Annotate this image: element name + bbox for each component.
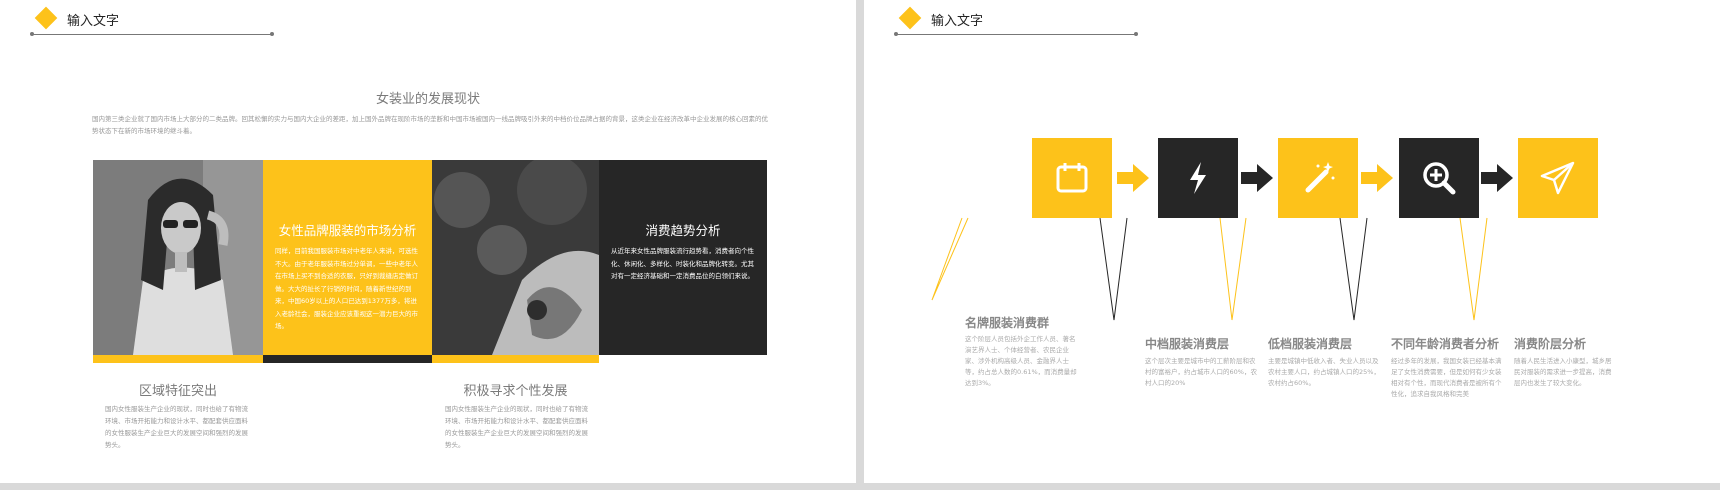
- region-feature-body: 国内女性服装生产企业的现状，同时也给了有物流环境、市场开拓能力和设计水平、都配套…: [105, 405, 248, 449]
- card-body: 从近年来女性品牌服装流行趋势看，消费者向个性化、休闲化、多样化、时装化和品牌化转…: [611, 247, 754, 280]
- card-body: 同样，目前我国服装市场对中老年人来讲，可选性不大。由于老年服装市场过分单调，一些…: [275, 247, 418, 330]
- step-title: 中档服装消费层: [1145, 337, 1230, 351]
- photo-shopping-bag: [432, 160, 599, 355]
- accent-strip: [432, 355, 599, 363]
- paper-plane-icon: [1540, 161, 1575, 195]
- personality-development-title: 积极寻求个性发展: [463, 384, 568, 399]
- arrow-right-icon: [1481, 164, 1513, 192]
- step-body: 随着人民生活进入小康型，城乡居民对服装的需求进一步提高，消费层内也发生了较大变化…: [1514, 357, 1612, 387]
- step-node-calendar: [1032, 138, 1112, 218]
- step-body: 这个阶层人员包括外企工作人员、著名演艺界人士、个体经营者、农民企业家、涉外机构高…: [965, 335, 1077, 387]
- region-feature-title: 区域特征突出: [138, 384, 217, 399]
- header-divider: [32, 34, 272, 35]
- accent-strip: [93, 355, 263, 363]
- step-node-lightning: [1158, 138, 1238, 218]
- step-body: 经过多年的发展，我国女装已经基本满足了女性消费需要，但是如何有少女装相对有个性，…: [1391, 357, 1502, 398]
- market-analysis-card: 女性品牌服装的市场分析 同样，目前我国服装市场对中老年人来讲，可选性不大。由于老…: [263, 160, 432, 355]
- arrow-right-icon: [1361, 164, 1393, 192]
- slide-right[interactable]: 输入文字 名牌服装消费群 这个阶层人员包括外企工作人员、著名演艺界人士、个体经营…: [864, 0, 1720, 483]
- card-title: 消费趋势分析: [645, 223, 721, 238]
- personality-development-body: 国内女性服装生产企业的现状，同时也给了有物流环境、市场开拓能力和设计水平、都配套…: [445, 405, 588, 449]
- header-diamond-icon: [34, 6, 58, 30]
- step-node-magic-wand: [1278, 138, 1358, 218]
- magic-wand-icon: [1305, 162, 1335, 193]
- card-title: 女性品牌服装的市场分析: [278, 223, 417, 238]
- divider-dot: [270, 32, 274, 36]
- shopping-bag-image: [432, 160, 599, 355]
- step-title: 消费阶层分析: [1514, 337, 1587, 351]
- slide-title: 输入文字: [67, 14, 120, 29]
- step-title: 名牌服装消费群: [965, 316, 1050, 330]
- arrow-right-icon: [1241, 164, 1273, 192]
- consumer-trend-card: 消费趋势分析 从近年来女性品牌服装流行趋势看，消费者向个性化、休闲化、多样化、时…: [599, 160, 767, 355]
- intro-title: 女装业的发展现状: [375, 92, 480, 107]
- photo-woman-sunglasses: [93, 160, 263, 355]
- calendar-icon: [1056, 163, 1088, 193]
- arrow-right-icon: [1117, 164, 1149, 192]
- step-title: 不同年龄消费者分析: [1391, 337, 1500, 351]
- step-body: 主要是城镇中低收入者、失业人员以及农村主要人口，约占城镇人口的25%，农村约占6…: [1268, 357, 1380, 387]
- slide-left[interactable]: 输入文字 女装业的发展现状 国内第三类企业就了国内市场上大部分的二类品牌。回其松…: [0, 0, 856, 483]
- step-node-zoom: [1399, 138, 1479, 218]
- step-body: 这个层次主要是城市中的工薪阶层和农村的富裕户，约占城市人口的60%，农村人口的2…: [1145, 357, 1257, 387]
- intro-body: 国内第三类企业就了国内市场上大部分的二类品牌。回其松懈的实力与国内大企业的差距，…: [92, 115, 768, 135]
- accent-strip: [263, 355, 432, 363]
- callout-lines: [931, 217, 1488, 321]
- step-node-plane: [1518, 138, 1598, 218]
- step-title: 低档服装消费层: [1268, 337, 1353, 351]
- woman-sunglasses-image: [93, 160, 263, 355]
- divider-dot: [30, 32, 34, 36]
- lightning-icon: [1190, 162, 1206, 194]
- zoom-in-icon: [1423, 162, 1456, 195]
